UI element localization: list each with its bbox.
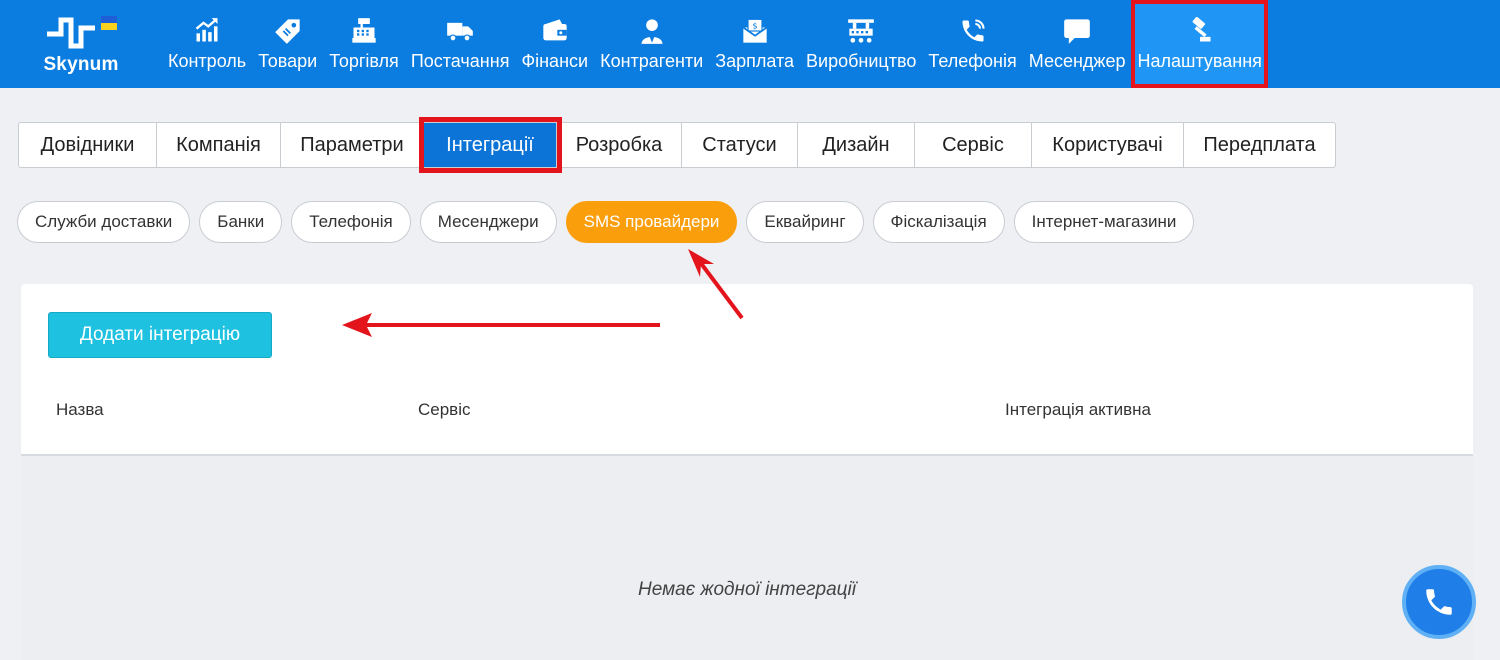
hammer-icon — [1186, 16, 1214, 45]
nav-item-5[interactable]: Контрагенти — [594, 0, 709, 88]
nav-item-3[interactable]: Постачання — [405, 0, 516, 88]
chart-up-icon — [193, 17, 221, 45]
person-tie-icon — [638, 17, 666, 45]
column-header-name: Назва — [56, 400, 104, 419]
nav-item-label: Месенджер — [1028, 50, 1126, 71]
tab-0[interactable]: Довідники — [18, 122, 157, 168]
tab-8[interactable]: Користувачі — [1032, 122, 1184, 168]
nav-item-label: Постачання — [410, 50, 510, 71]
empty-state: Немає жодної інтеграції — [21, 456, 1473, 660]
nav-item-0[interactable]: Контроль — [162, 0, 252, 88]
logo[interactable]: Skynum — [0, 0, 162, 88]
tab-6[interactable]: Дизайн — [798, 122, 915, 168]
nav-item-10[interactable]: Налаштування — [1131, 0, 1268, 88]
nav-item-1[interactable]: Товари — [252, 0, 323, 88]
nav-item-9[interactable]: Месенджер — [1023, 0, 1132, 88]
column-header-service: Сервіс — [418, 400, 471, 419]
nav-item-7[interactable]: Виробництво — [800, 0, 922, 88]
main-nav: Контроль Товари Торгівля Постачання Фінанси К… — [162, 0, 1500, 88]
top-navbar: Skynum Контроль Товари Торгівля Постачання Ф… — [0, 0, 1500, 88]
tab-3[interactable]: Інтеграції — [424, 122, 557, 168]
column-header-active: Інтеграція активна — [1005, 400, 1151, 419]
settings-tabs: Довідники Компанія Параметри Інтеграції Розр… — [18, 122, 1336, 168]
factory-icon — [847, 17, 875, 45]
brand-name: Skynum — [43, 54, 119, 75]
envelope-money-icon: $ — [741, 17, 769, 45]
empty-state-text: Немає жодної інтеграції — [638, 579, 856, 600]
nav-item-4[interactable]: Фінанси — [515, 0, 594, 88]
category-pill-1[interactable]: Банки — [199, 201, 283, 243]
category-pill-7[interactable]: Інтернет-магазини — [1013, 201, 1195, 243]
tab-1[interactable]: Компанія — [157, 122, 281, 168]
category-pill-4[interactable]: SMS провайдери — [565, 201, 738, 243]
svg-text:$: $ — [752, 20, 757, 30]
cash-register-icon — [350, 17, 378, 45]
nav-item-label: Товари — [258, 50, 318, 71]
category-pill-2[interactable]: Телефонія — [291, 201, 411, 243]
nav-item-label: Фінанси — [521, 50, 589, 71]
nav-item-label: Контрагенти — [600, 50, 704, 71]
tab-4[interactable]: Розробка — [557, 122, 682, 168]
nav-item-2[interactable]: Торгівля — [323, 0, 405, 88]
add-integration-button[interactable]: Додати інтеграцію — [48, 312, 272, 358]
integration-categories: Служби доставки Банки Телефонія Месенджери S… — [17, 201, 1195, 243]
table-header: Назва Сервіс Інтеграція активна — [21, 400, 1473, 456]
call-button[interactable] — [1402, 565, 1476, 639]
nav-item-label: Контроль — [168, 50, 247, 71]
phone-ring-icon — [959, 17, 987, 45]
tab-7[interactable]: Сервіс — [915, 122, 1032, 168]
phone-icon — [1426, 589, 1452, 615]
category-pill-6[interactable]: Фіскалізація — [872, 201, 1005, 243]
tab-5[interactable]: Статуси — [682, 122, 798, 168]
wallet-icon — [541, 17, 569, 45]
nav-item-label: Налаштування — [1137, 50, 1262, 71]
integrations-card: Додати інтеграцію Назва Сервіс Інтеграці… — [21, 284, 1473, 660]
nav-item-label: Торгівля — [329, 50, 399, 71]
tag-icon — [274, 17, 302, 45]
nav-item-label: Виробництво — [806, 50, 917, 71]
nav-item-8[interactable]: Телефонія — [922, 0, 1022, 88]
category-pill-3[interactable]: Месенджери — [419, 201, 557, 243]
truck-icon — [446, 17, 474, 45]
skynum-logo-icon — [47, 16, 117, 49]
tab-9[interactable]: Передплата — [1184, 122, 1336, 168]
chat-bubble-icon — [1063, 17, 1091, 45]
tab-2[interactable]: Параметри — [281, 122, 424, 168]
category-pill-5[interactable]: Еквайринг — [746, 201, 864, 243]
arrow-head-up — [688, 249, 714, 277]
nav-item-label: Телефонія — [928, 50, 1017, 71]
category-pill-0[interactable]: Служби доставки — [17, 201, 191, 243]
nav-item-label: Зарплата — [715, 50, 795, 71]
nav-item-6[interactable]: $ Зарплата — [709, 0, 800, 88]
